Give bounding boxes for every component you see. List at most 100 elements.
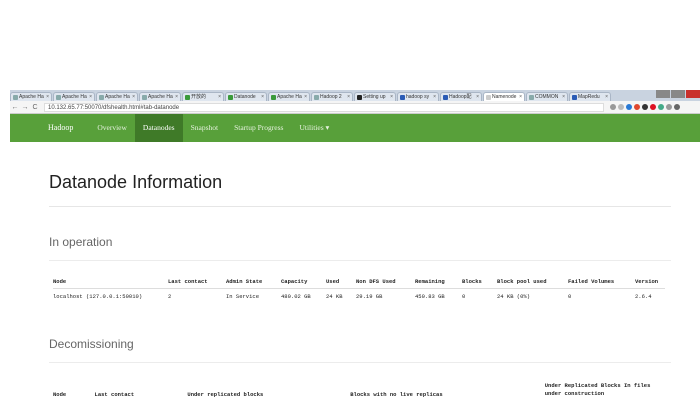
close-icon[interactable]: × — [132, 93, 135, 101]
table-cell: localhost (127.0.0.1:50010) — [53, 292, 143, 300]
favicon-icon — [13, 94, 18, 100]
close-icon[interactable]: × — [433, 93, 436, 101]
browser-tab[interactable]: Datanode × — [225, 92, 267, 101]
column-header: Admin State — [226, 277, 263, 285]
browser-tab[interactable]: Hadoop 2 × — [311, 92, 353, 101]
browser-tab[interactable]: Apache Ha × — [10, 92, 52, 101]
tab-label: MapRedu — [578, 93, 600, 100]
column-header: Blocks with no live replicas — [350, 391, 443, 398]
table-cell: 2 — [168, 292, 172, 300]
url-input[interactable]: 10.132.65.77:50070/dfshealth.html#tab-da… — [44, 102, 604, 112]
table-header-row: Node Last contact Admin State Capacity U… — [53, 274, 665, 289]
extension-icon[interactable] — [642, 104, 648, 110]
browser-tab[interactable]: Apache Ha × — [139, 92, 181, 101]
address-bar: ← → C 10.132.65.77:50070/dfshealth.html#… — [10, 101, 700, 114]
decommissioning-table: Node Last contact Under replicated block… — [53, 376, 665, 398]
extension-icon[interactable] — [634, 104, 640, 110]
nav-utilities-dropdown[interactable]: Utilities ▾ — [291, 114, 337, 142]
browser-tab[interactable]: Apache Ha × — [53, 92, 95, 101]
table-cell: 0 — [462, 292, 466, 300]
close-icon[interactable]: × — [304, 93, 307, 101]
star-icon[interactable] — [618, 104, 624, 110]
column-header: Under replicated blocks — [187, 391, 264, 398]
forward-arrow-icon[interactable]: → — [20, 104, 30, 111]
browser-tab[interactable]: hadoop sy × — [397, 92, 439, 101]
reload-icon[interactable]: C — [30, 104, 40, 111]
window-controls — [656, 90, 700, 98]
tab-label: Apache Ha — [19, 93, 44, 100]
close-icon[interactable]: × — [261, 93, 264, 101]
tab-label: Hadoop配 — [449, 93, 472, 100]
in-operation-table: Node Last contact Admin State Capacity U… — [53, 274, 665, 303]
column-header: Version — [635, 277, 659, 285]
browser-tab[interactable]: 开放的 × — [182, 92, 224, 101]
favicon-icon — [357, 94, 362, 100]
column-header: Failed Volumes — [568, 277, 615, 285]
column-header: Node — [53, 391, 67, 398]
tab-label: Datanode — [234, 93, 256, 100]
minimize-icon[interactable] — [656, 90, 670, 98]
favicon-icon — [271, 94, 276, 100]
browser-tab[interactable]: Apache Ha × — [96, 92, 138, 101]
tab-label: Apache Ha — [105, 93, 130, 100]
browser-tab[interactable]: MapRedu × — [569, 92, 611, 101]
nav-startup-progress[interactable]: Startup Progress — [226, 114, 291, 142]
tab-label: Apache Ha — [148, 93, 173, 100]
nav-overview[interactable]: Overview — [89, 114, 135, 142]
tab-label: 开放的 — [191, 93, 207, 100]
column-header: Blocks — [462, 277, 482, 285]
menu-icon[interactable] — [674, 104, 680, 110]
column-header: Under Replicated Blocks In files under c… — [544, 382, 651, 397]
close-icon[interactable]: × — [476, 93, 479, 101]
tab-label: hadoop sy — [406, 93, 430, 100]
zoom-icon[interactable] — [610, 104, 616, 110]
window-close-icon[interactable] — [686, 90, 700, 98]
close-icon[interactable]: × — [562, 93, 565, 101]
tab-label: COMMON — [535, 93, 559, 100]
extension-icon[interactable] — [626, 104, 632, 110]
table-row: localhost (127.0.0.1:50010) 2 In Service… — [53, 289, 665, 304]
column-header: Remaining — [415, 277, 445, 285]
close-icon[interactable]: × — [347, 93, 350, 101]
column-header: Capacity — [281, 277, 308, 285]
extension-icon[interactable] — [650, 104, 656, 110]
table-cell: 0 — [568, 292, 572, 300]
browser-tab[interactable]: Hadoop配 × — [440, 92, 482, 101]
extension-icon[interactable] — [658, 104, 664, 110]
close-icon[interactable]: × — [390, 93, 393, 101]
nav-datanodes[interactable]: Datanodes — [134, 114, 183, 142]
browser-tab-active[interactable]: Namenode × — [483, 92, 525, 101]
table-cell: 2.6.4 — [635, 292, 652, 300]
tab-label: Apache Ha — [62, 93, 87, 100]
extension-icon[interactable] — [666, 104, 672, 110]
divider — [49, 362, 671, 363]
favicon-icon — [99, 94, 104, 100]
close-icon[interactable]: × — [46, 93, 49, 101]
decommissioning-heading: Decomissioning — [49, 337, 134, 351]
close-icon[interactable]: × — [89, 93, 92, 101]
table-header-row: Node Last contact Under replicated block… — [53, 376, 665, 398]
tab-label: Setting up — [363, 93, 386, 100]
extension-icons — [610, 104, 680, 110]
close-icon[interactable]: × — [519, 93, 522, 101]
close-icon[interactable]: × — [218, 93, 221, 101]
table-cell: 24 KB — [326, 292, 343, 300]
favicon-icon — [314, 94, 319, 100]
close-icon[interactable]: × — [605, 93, 608, 101]
table-cell: 24 KB (0%) — [497, 292, 531, 300]
back-arrow-icon[interactable]: ← — [10, 104, 20, 111]
favicon-icon — [529, 94, 534, 100]
browser-tab[interactable]: Setting up × — [354, 92, 396, 101]
maximize-icon[interactable] — [671, 90, 685, 98]
close-icon[interactable]: × — [175, 93, 178, 101]
browser-tab[interactable]: Apache Ha × — [268, 92, 310, 101]
browser-tab[interactable]: COMMON × — [526, 92, 568, 101]
favicon-icon — [400, 94, 405, 100]
divider — [49, 206, 671, 207]
favicon-icon — [486, 94, 491, 100]
table-cell: In Service — [226, 292, 260, 300]
brand-logo[interactable]: Hadoop — [48, 114, 73, 142]
hadoop-navbar: Hadoop Overview Datanodes Snapshot Start… — [10, 114, 700, 142]
favicon-icon — [572, 94, 577, 100]
nav-snapshot[interactable]: Snapshot — [183, 114, 227, 142]
